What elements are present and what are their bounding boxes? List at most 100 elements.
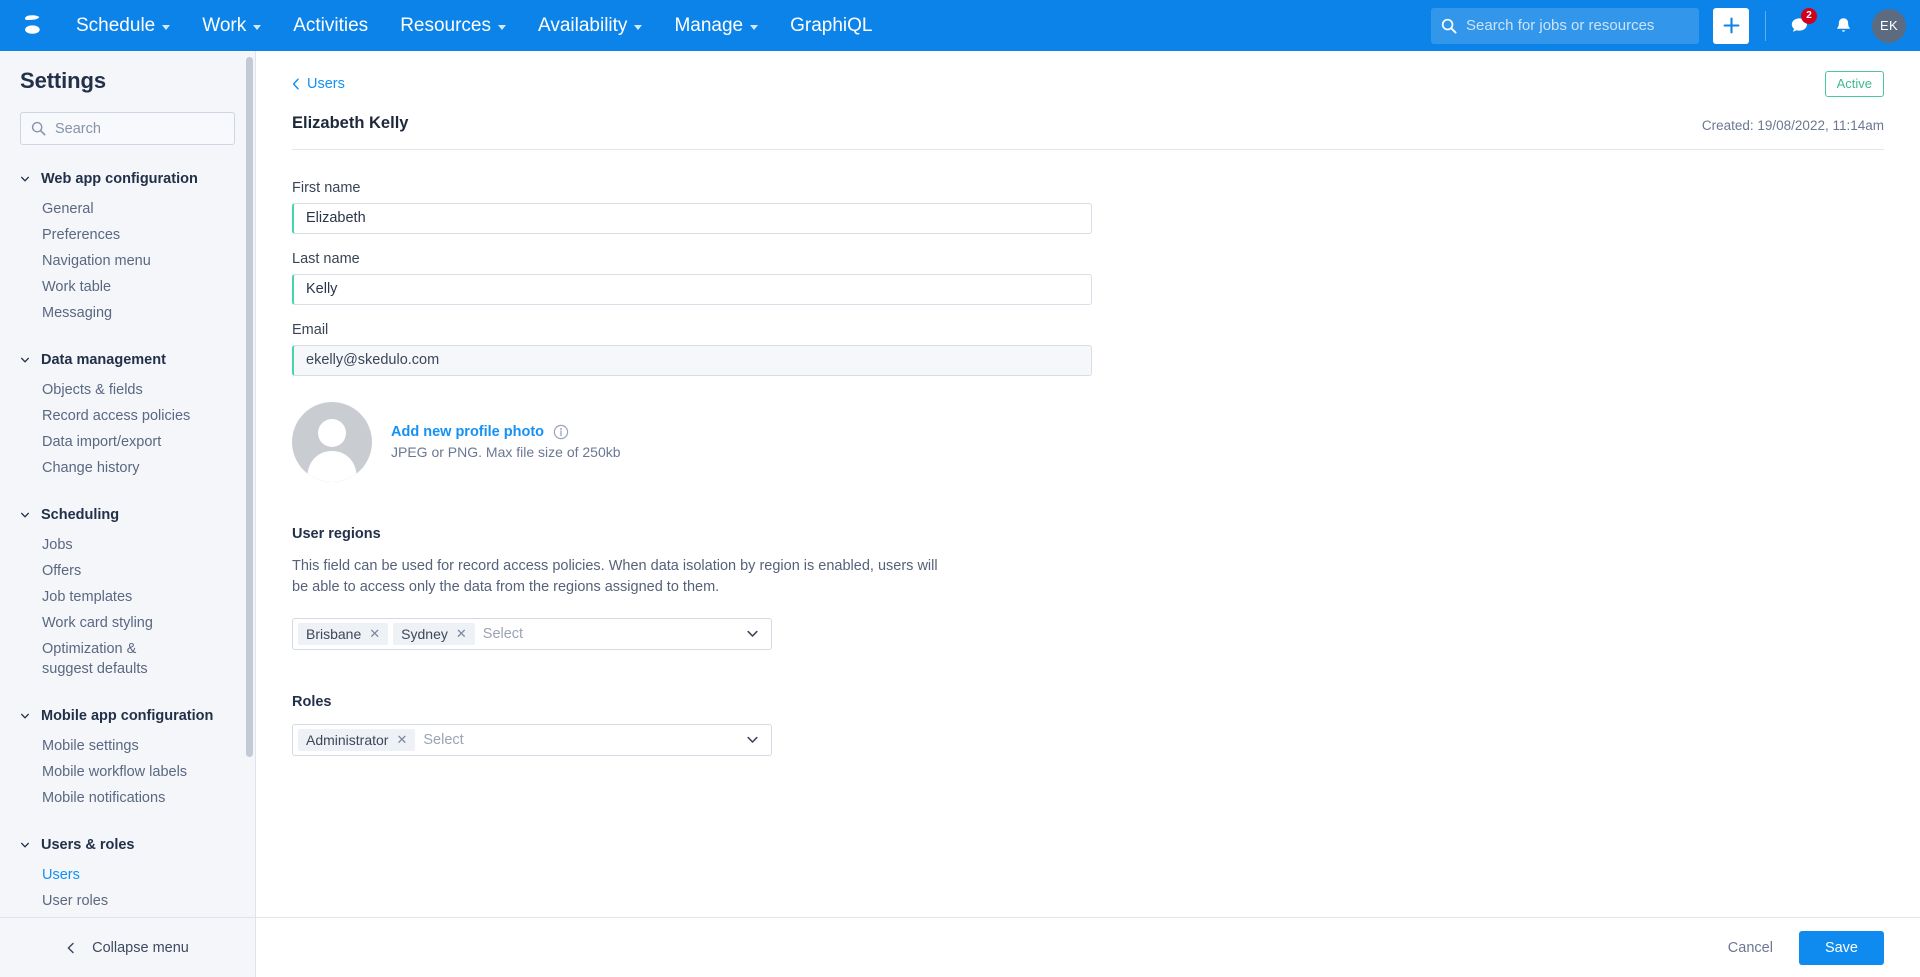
sidebar-item-navigation-menu[interactable]: Navigation menu bbox=[0, 248, 255, 274]
chip-remove-icon[interactable]: ✕ bbox=[396, 733, 407, 746]
nav-item-label: Availability bbox=[538, 14, 628, 36]
sidebar-item-objects-fields[interactable]: Objects & fields bbox=[0, 377, 255, 403]
sidebar-scroll-area: Settings Search Web app configuration Ge bbox=[0, 51, 255, 917]
save-button[interactable]: Save bbox=[1798, 930, 1884, 965]
roles-section: Roles Administrator ✕ Select bbox=[292, 694, 1884, 756]
sidebar-group-header[interactable]: Scheduling bbox=[0, 503, 255, 527]
sidebar-item-optimization-suggest-defaults[interactable]: Optimization & suggest defaults bbox=[0, 636, 170, 682]
first-name-label: First name bbox=[292, 179, 361, 196]
email-field[interactable] bbox=[292, 344, 1092, 376]
chevron-down-icon bbox=[21, 357, 30, 363]
roles-title: Roles bbox=[292, 693, 332, 710]
nav-item-manage[interactable]: Manage bbox=[658, 0, 774, 51]
page-title: Elizabeth Kelly bbox=[292, 113, 409, 132]
chevron-down-icon[interactable] bbox=[746, 627, 759, 640]
chevron-down-icon bbox=[634, 24, 643, 30]
main-content: Users Active Elizabeth Kelly Created: 19… bbox=[256, 51, 1920, 977]
nav-item-work[interactable]: Work bbox=[186, 0, 277, 51]
add-new-profile-photo-link[interactable]: Add new profile photo bbox=[391, 424, 544, 440]
sidebar-item-mobile-settings[interactable]: Mobile settings bbox=[0, 733, 255, 759]
sidebar-title: Settings bbox=[20, 68, 106, 93]
breadcrumb-row: Users Active bbox=[292, 51, 1884, 97]
breadcrumb-back-to-users[interactable]: Users bbox=[292, 76, 345, 92]
nav-item-availability[interactable]: Availability bbox=[522, 0, 658, 51]
sidebar-item-preferences[interactable]: Preferences bbox=[0, 222, 255, 248]
add-new-button[interactable] bbox=[1713, 7, 1749, 44]
roles-placeholder: Select bbox=[423, 731, 464, 748]
last-name-field-group: Last name bbox=[292, 251, 1884, 305]
sidebar-search-input[interactable]: Search bbox=[20, 112, 235, 145]
first-name-input[interactable] bbox=[292, 202, 1092, 234]
sidebar-item-general[interactable]: General bbox=[0, 196, 255, 222]
chip-remove-icon[interactable]: ✕ bbox=[456, 627, 467, 640]
chip-sydney[interactable]: Sydney ✕ bbox=[393, 622, 475, 645]
chevron-down-icon bbox=[750, 24, 759, 30]
plus-icon bbox=[1723, 17, 1739, 34]
profile-photo-text: Add new profile photo JPEG or PNG. Max f… bbox=[391, 424, 621, 460]
user-regions-select[interactable]: Brisbane ✕ Sydney ✕ Select bbox=[292, 617, 772, 650]
last-name-input[interactable] bbox=[292, 273, 1092, 305]
cancel-button[interactable]: Cancel bbox=[1710, 932, 1791, 964]
sidebar-group-web-app-configuration: Web app configuration General Preference… bbox=[0, 167, 255, 326]
chip-brisbane[interactable]: Brisbane ✕ bbox=[298, 622, 389, 645]
nav-item-label: Resources bbox=[400, 14, 492, 36]
sidebar-item-messaging[interactable]: Messaging bbox=[0, 300, 255, 326]
skedulo-logo-icon[interactable] bbox=[10, 4, 54, 48]
chevron-left-icon bbox=[292, 78, 299, 90]
sidebar-item-record-access-policies[interactable]: Record access policies bbox=[0, 403, 255, 429]
chip-label: Administrator bbox=[306, 731, 389, 748]
nav-item-schedule[interactable]: Schedule bbox=[60, 0, 186, 51]
sidebar-item-jobs[interactable]: Jobs bbox=[0, 532, 255, 558]
record-title-row: Elizabeth Kelly Created: 19/08/2022, 11:… bbox=[292, 114, 1884, 133]
page-body: Settings Search Web app configuration Ge bbox=[0, 51, 1920, 977]
roles-select[interactable]: Administrator ✕ Select bbox=[292, 723, 772, 756]
sidebar-item-users[interactable]: Users bbox=[0, 862, 255, 888]
user-avatar[interactable]: EK bbox=[1872, 8, 1906, 43]
chevron-down-icon bbox=[21, 176, 30, 182]
main-scroll-area: Users Active Elizabeth Kelly Created: 19… bbox=[256, 51, 1920, 917]
nav-item-resources[interactable]: Resources bbox=[384, 0, 522, 51]
nav-item-activities[interactable]: Activities bbox=[277, 0, 384, 51]
sidebar-group-label: Web app configuration bbox=[41, 171, 198, 187]
sidebar-item-job-templates[interactable]: Job templates bbox=[0, 584, 255, 610]
top-nav-right-cluster: Search for jobs or resources 2 EK bbox=[1431, 0, 1906, 51]
sidebar-item-mobile-notifications[interactable]: Mobile notifications bbox=[0, 785, 255, 811]
sidebar-item-work-table[interactable]: Work table bbox=[0, 274, 255, 300]
info-circle-icon[interactable] bbox=[553, 424, 569, 440]
sidebar-group-header[interactable]: Users & roles bbox=[0, 833, 255, 857]
sidebar-group-header[interactable]: Web app configuration bbox=[0, 167, 255, 191]
sidebar-item-change-history[interactable]: Change history bbox=[0, 455, 255, 481]
sidebar-item-offers[interactable]: Offers bbox=[0, 558, 255, 584]
sidebar-item-work-card-styling[interactable]: Work card styling bbox=[0, 610, 255, 636]
nav-item-label: Manage bbox=[674, 14, 744, 36]
last-name-label: Last name bbox=[292, 250, 360, 267]
sidebar-group-mobile-app-configuration: Mobile app configuration Mobile settings… bbox=[0, 704, 255, 811]
user-regions-title: User regions bbox=[292, 525, 381, 542]
nav-item-label: Work bbox=[202, 14, 247, 36]
sidebar-item-data-import-export[interactable]: Data import/export bbox=[0, 429, 255, 455]
chevron-down-icon[interactable] bbox=[746, 733, 759, 746]
sidebar-group-header[interactable]: Mobile app configuration bbox=[0, 704, 255, 728]
user-regions-description: This field can be used for record access… bbox=[292, 557, 938, 596]
first-name-field-group: First name bbox=[292, 180, 1884, 234]
sidebar-group-header[interactable]: Data management bbox=[0, 348, 255, 372]
messages-button[interactable]: 2 bbox=[1782, 7, 1817, 43]
chip-administrator[interactable]: Administrator ✕ bbox=[298, 728, 416, 751]
status-badge: Active bbox=[1824, 71, 1884, 97]
collapse-menu-button[interactable]: Collapse menu bbox=[0, 917, 255, 977]
settings-sidebar: Settings Search Web app configuration Ge bbox=[0, 51, 256, 977]
sidebar-group-users-roles: Users & roles Users User roles bbox=[0, 833, 255, 914]
sidebar-item-mobile-workflow-labels[interactable]: Mobile workflow labels bbox=[0, 759, 255, 785]
user-regions-section: User regions This field can be used for … bbox=[292, 526, 1884, 650]
avatar bbox=[292, 401, 372, 482]
nav-item-label: GraphiQL bbox=[790, 14, 873, 36]
notifications-button[interactable] bbox=[1826, 9, 1860, 43]
global-search-input[interactable]: Search for jobs or resources bbox=[1431, 7, 1699, 44]
sidebar-group-scheduling: Scheduling Jobs Offers Job templates Wor… bbox=[0, 503, 255, 682]
nav-item-graphiql[interactable]: GraphiQL bbox=[774, 0, 888, 51]
sidebar-item-user-roles[interactable]: User roles bbox=[0, 888, 255, 914]
chip-remove-icon[interactable]: ✕ bbox=[369, 627, 380, 640]
sidebar-scrollbar[interactable] bbox=[246, 57, 253, 757]
profile-photo-link-row: Add new profile photo bbox=[391, 424, 621, 440]
chevron-down-icon bbox=[21, 713, 30, 719]
